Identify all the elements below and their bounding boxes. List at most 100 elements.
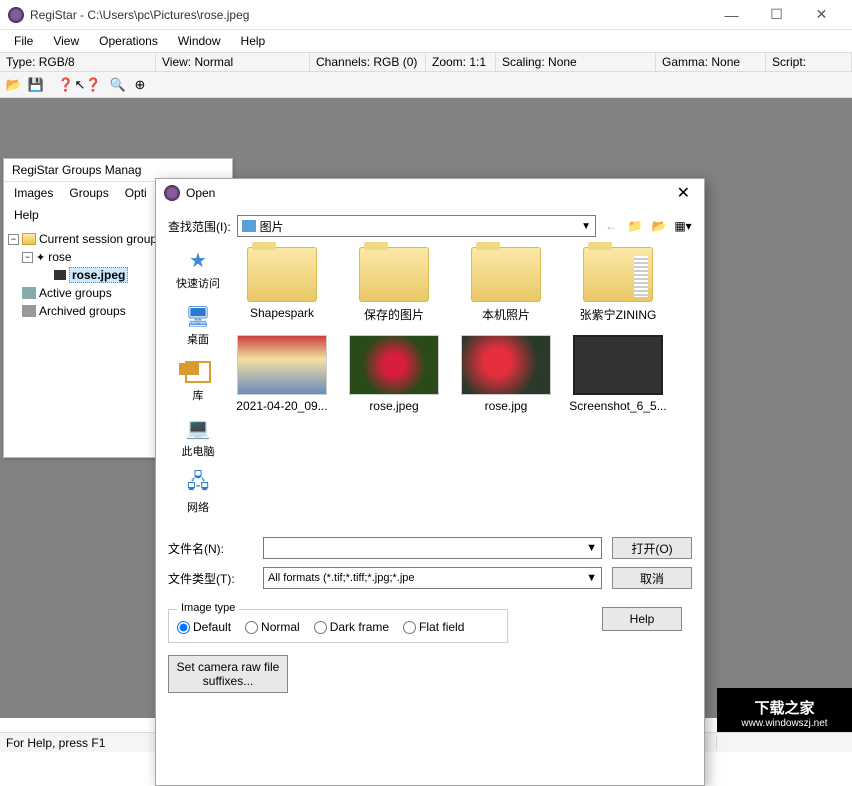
tree-label: Active groups	[39, 286, 112, 300]
minimize-button[interactable]: —	[709, 0, 754, 30]
groups-menu-help[interactable]: Help	[8, 206, 45, 224]
app-icon	[8, 7, 24, 23]
file-label: rose.jpeg	[369, 399, 418, 413]
open-button[interactable]: 打开(O)	[612, 537, 692, 559]
set-raw-suffixes-button[interactable]: Set camera raw file suffixes...	[168, 655, 288, 693]
menu-operations[interactable]: Operations	[89, 32, 168, 50]
type-value: RGB/8	[39, 55, 75, 69]
maximize-button[interactable]: ☐	[754, 0, 799, 30]
dropdown-arrow-icon[interactable]: ▼	[586, 542, 597, 554]
help-icon[interactable]: ❓	[56, 75, 76, 95]
folder-item[interactable]: 张紫宁ZINING	[568, 247, 668, 323]
groups-menu-groups[interactable]: Groups	[63, 184, 114, 202]
pointer-help-icon[interactable]: ↖❓	[78, 75, 98, 95]
file-item[interactable]: 2021-04-20_09...	[232, 335, 332, 413]
watermark-url: www.windowszj.net	[741, 718, 827, 729]
radio-label: Flat field	[419, 620, 464, 634]
channels-label: Channels:	[316, 55, 370, 69]
dialog-icon	[164, 185, 180, 201]
file-label: rose.jpg	[485, 399, 528, 413]
close-button[interactable]: ✕	[799, 0, 844, 30]
place-desktop[interactable]: 🖥 桌面	[183, 303, 213, 347]
lookin-label: 查找范围(I):	[168, 218, 231, 235]
window-title: RegiStar - C:\Users\pc\Pictures\rose.jpe…	[30, 8, 709, 22]
disk-icon	[22, 287, 36, 299]
dialog-close-button[interactable]: ✕	[671, 183, 696, 203]
place-thispc[interactable]: 💻 此电脑	[182, 415, 215, 459]
up-folder-icon[interactable]: 📁	[626, 217, 644, 235]
place-label: 桌面	[187, 331, 209, 347]
titlebar: RegiStar - C:\Users\pc\Pictures\rose.jpe…	[0, 0, 852, 30]
menu-window[interactable]: Window	[168, 32, 231, 50]
radio-label: Dark frame	[330, 620, 389, 634]
radio-normal[interactable]: Normal	[245, 620, 300, 634]
place-label: 快速访问	[176, 275, 220, 291]
star-icon: ✦	[36, 251, 45, 264]
scaling-label: Scaling:	[502, 55, 545, 69]
place-label: 网络	[187, 499, 209, 515]
lookin-value: 图片	[260, 218, 284, 235]
dropdown-arrow-icon: ▼	[581, 221, 591, 232]
places-bar: ★ 快速访问 🖥 桌面 库 💻 此电脑	[168, 243, 228, 523]
file-item[interactable]: rose.jpeg	[344, 335, 444, 413]
watermark: 下载之家 www.windowszj.net	[717, 688, 852, 738]
open-dialog: Open ✕ 查找范围(I): 图片 ▼ ← 📁 📂 ▦▾ ★ 快速访问	[155, 178, 705, 786]
image-type-legend: Image type	[177, 602, 239, 614]
tree-label: rose	[48, 250, 71, 264]
cancel-button[interactable]: 取消	[612, 567, 692, 589]
folder-label: 保存的图片	[364, 308, 424, 322]
image-icon	[54, 270, 66, 280]
file-item[interactable]: Screenshot_6_5...	[568, 335, 668, 413]
folder-item[interactable]: 本机照片	[456, 247, 556, 323]
folder-label: 张紫宁ZINING	[580, 308, 657, 322]
place-quick-access[interactable]: ★ 快速访问	[176, 247, 220, 291]
radio-flat-field[interactable]: Flat field	[403, 620, 464, 634]
radio-default[interactable]: Default	[177, 620, 231, 634]
folder-label: Shapespark	[250, 306, 314, 320]
groups-menu-options[interactable]: Opti	[119, 184, 153, 202]
computer-icon: 💻	[183, 415, 213, 441]
dialog-title: Open	[186, 186, 671, 200]
menu-file[interactable]: File	[4, 32, 43, 50]
radio-dark-frame[interactable]: Dark frame	[314, 620, 389, 634]
new-folder-icon[interactable]: 📂	[650, 217, 668, 235]
zoom-value: 1:1	[469, 55, 486, 69]
save-icon[interactable]: 💾	[26, 75, 46, 95]
folder-item[interactable]: 保存的图片	[344, 247, 444, 323]
file-item[interactable]: rose.jpg	[456, 335, 556, 413]
image-thumbnail	[461, 335, 551, 395]
gamma-label: Gamma:	[662, 55, 708, 69]
collapse-icon[interactable]: −	[8, 234, 19, 245]
menu-help[interactable]: Help	[231, 32, 276, 50]
back-icon[interactable]: ←	[602, 217, 620, 235]
groups-menu-images[interactable]: Images	[8, 184, 59, 202]
open-file-icon[interactable]: 📂	[4, 75, 24, 95]
dropdown-arrow-icon[interactable]: ▼	[586, 572, 597, 584]
zoom-tool-icon[interactable]: ⊕	[130, 75, 150, 95]
lookin-combo[interactable]: 图片 ▼	[237, 215, 596, 237]
help-button[interactable]: Help	[602, 607, 682, 631]
info-bar: Type: RGB/8 View: Normal Channels: RGB (…	[0, 52, 852, 72]
workspace: RegiStar Groups Manag Images Groups Opti…	[0, 98, 852, 718]
image-thumbnail	[237, 335, 327, 395]
image-type-group: Image type Default Normal Dark frame Fla…	[168, 609, 508, 643]
filetype-combo[interactable]: All formats (*.tif;*.tiff;*.jpg;*.jpe ▼	[263, 567, 602, 589]
filetype-label: 文件类型(T):	[168, 570, 253, 587]
menubar: File View Operations Window Help	[0, 30, 852, 52]
filename-input[interactable]: ▼	[263, 537, 602, 559]
gamma-value: None	[711, 55, 740, 69]
place-network[interactable]: 🖧 网络	[183, 471, 213, 515]
menu-view[interactable]: View	[43, 32, 89, 50]
collapse-icon[interactable]: −	[22, 252, 33, 263]
tree-label-selected: rose.jpeg	[69, 267, 128, 283]
folder-item[interactable]: Shapespark	[232, 247, 332, 323]
place-libraries[interactable]: 库	[183, 359, 213, 403]
folder-label: 本机照片	[482, 308, 530, 322]
view-menu-icon[interactable]: ▦▾	[674, 217, 692, 235]
file-list[interactable]: Shapespark 保存的图片 本机照片 张紫宁ZINING 2021-04-…	[228, 243, 692, 523]
folder-icon	[359, 247, 429, 302]
dialog-titlebar: Open ✕	[156, 179, 704, 207]
place-label: 库	[193, 387, 204, 403]
filetype-value: All formats (*.tif;*.tiff;*.jpg;*.jpe	[268, 572, 415, 584]
zoom-in-icon[interactable]: 🔍	[108, 75, 128, 95]
